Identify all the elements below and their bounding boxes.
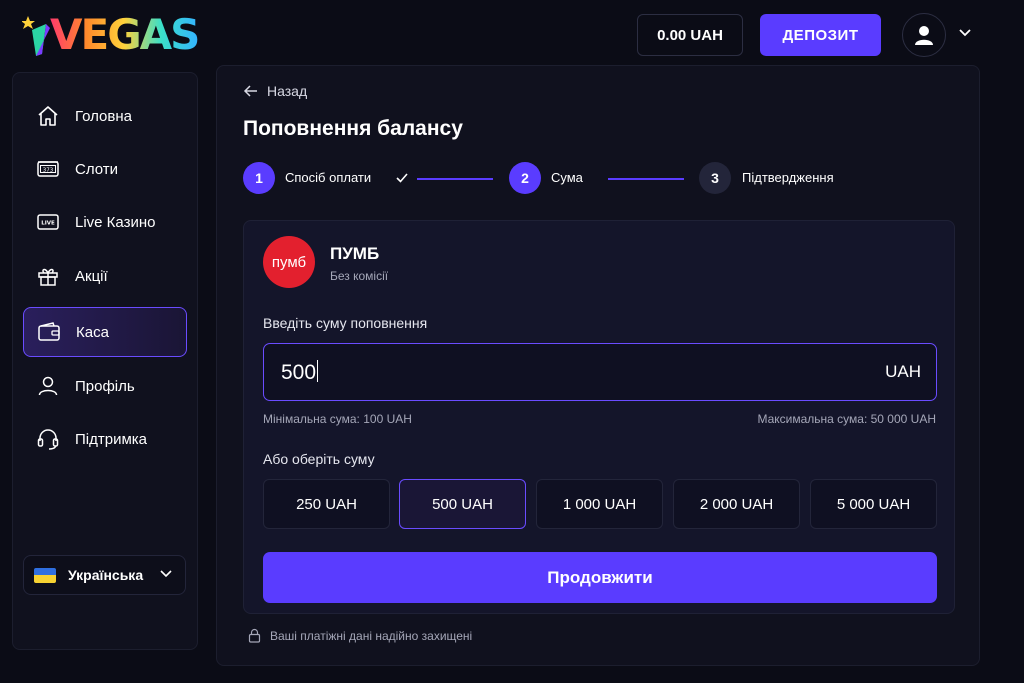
user-avatar-icon [915, 26, 933, 45]
bank-name: ПУМБ [330, 244, 380, 263]
step-2-label: Сума [551, 170, 583, 185]
preset-2000-button[interactable]: 2 000 UAH [673, 479, 800, 529]
continue-button[interactable]: Продовжити [263, 552, 937, 603]
user-icon [35, 373, 61, 399]
live-icon: LIVE [35, 209, 61, 235]
deposit-button[interactable]: ДЕПОЗИТ [760, 14, 881, 56]
slot-machine-icon: 373 [35, 156, 61, 182]
step-3-label: Підтвердження [742, 170, 834, 185]
chevron-down-icon[interactable] [958, 28, 972, 38]
sidebar-item-label: Профіль [75, 377, 135, 395]
svg-text:373: 373 [43, 167, 54, 173]
sidebar-item-home[interactable]: Головна [23, 91, 187, 141]
step-3-number: 3 [699, 162, 731, 194]
presets-label: Або оберіть суму [263, 451, 375, 467]
deposit-panel: Назад Поповнення балансу 1 Спосіб оплати… [216, 65, 980, 666]
amount-input[interactable]: 500 UAH [263, 343, 937, 401]
sidebar-item-promotions[interactable]: Акції [23, 251, 187, 301]
sidebar-item-support[interactable]: Підтримка [23, 414, 187, 464]
payment-card: пумб ПУМБ Без комісії Введіть суму попов… [243, 220, 955, 614]
security-note: Ваші платіжні дані надійно захищені [248, 628, 472, 643]
sidebar-item-slots[interactable]: 373 Слоти [23, 144, 187, 194]
sidebar-item-label: Підтримка [75, 430, 148, 448]
avatar[interactable] [902, 13, 946, 57]
sidebar-item-label: Головна [75, 107, 132, 125]
vegas-logo[interactable]: VEGAS [22, 12, 200, 58]
step-connector [417, 178, 493, 180]
gift-icon [35, 263, 61, 289]
headset-icon [35, 426, 61, 452]
balance-display[interactable]: 0.00 UAH [637, 14, 743, 56]
sidebar-item-label: Акції [75, 267, 108, 285]
sidebar-item-live-casino[interactable]: LIVE Live Казино [23, 197, 187, 247]
preset-1000-button[interactable]: 1 000 UAH [536, 479, 663, 529]
sidebar-item-label: Каса [76, 323, 109, 341]
lock-icon [248, 628, 261, 643]
language-label: Українська [68, 567, 144, 583]
amount-currency: UAH [885, 362, 921, 381]
step-2-number: 2 [509, 162, 541, 194]
step-1-label: Спосіб оплати [285, 170, 372, 185]
sidebar-item-label: Слоти [75, 160, 119, 178]
stepper: 1 Спосіб оплати 2 Сума 3 Підтвердження [243, 162, 943, 196]
min-amount-hint: Мінімальна сума: 100 UAH [263, 412, 412, 426]
chevron-down-icon [160, 570, 172, 578]
page-title: Поповнення балансу [243, 117, 463, 140]
back-label: Назад [267, 83, 308, 99]
security-note-text: Ваші платіжні дані надійно захищені [270, 628, 473, 643]
amount-label: Введіть суму поповнення [263, 315, 428, 331]
sidebar: Головна 373 Слоти LIVE Live Казино Акції… [12, 72, 198, 650]
sidebar-item-profile[interactable]: Профіль [23, 361, 187, 411]
amount-value: 500 [281, 360, 319, 384]
check-icon [396, 173, 408, 183]
sidebar-item-cashier[interactable]: Каса [23, 307, 187, 357]
logo-text: VEGAS [50, 10, 200, 59]
step-connector [608, 178, 684, 180]
sidebar-item-label: Live Казино [75, 213, 156, 231]
bank-subtitle: Без комісії [330, 269, 389, 283]
max-amount-hint: Максимальна сума: 50 000 UAH [757, 412, 936, 426]
arrow-left-icon [243, 85, 257, 97]
preset-amounts: 250 UAH 500 UAH 1 000 UAH 2 000 UAH 5 00… [263, 479, 937, 529]
preset-500-button[interactable]: 500 UAH [399, 479, 526, 529]
svg-text:LIVE: LIVE [41, 221, 55, 227]
step-1-number: 1 [243, 162, 275, 194]
wallet-icon [36, 319, 62, 345]
bank-logo: пумб [263, 236, 315, 288]
home-icon [35, 103, 61, 129]
preset-250-button[interactable]: 250 UAH [263, 479, 390, 529]
ukraine-flag-icon [34, 567, 56, 583]
language-selector[interactable]: Українська [23, 555, 186, 595]
preset-5000-button[interactable]: 5 000 UAH [810, 479, 937, 529]
back-link[interactable]: Назад [243, 83, 307, 99]
